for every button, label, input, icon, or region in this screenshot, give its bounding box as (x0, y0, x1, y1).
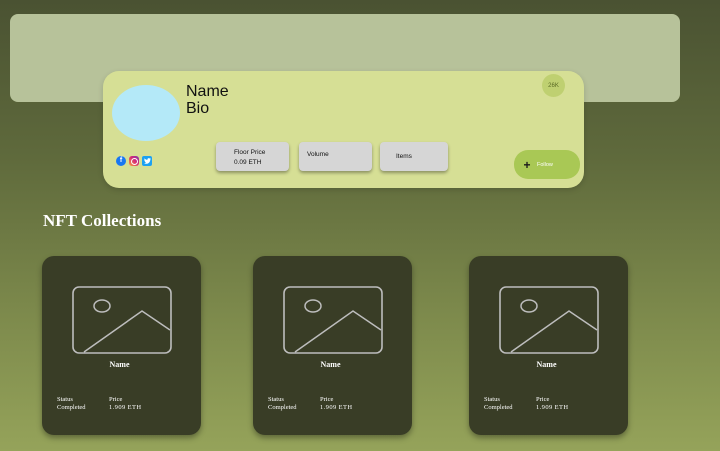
profile-name: Name (186, 83, 229, 100)
image-placeholder-icon (283, 286, 383, 354)
status-value: Completed (484, 404, 513, 411)
twitter-icon[interactable] (142, 156, 152, 166)
avatar[interactable] (112, 85, 180, 141)
price-value: 1.909 ETH (109, 404, 142, 411)
plus-icon: + (523, 157, 531, 172)
section-title: NFT Collections (43, 211, 162, 230)
instagram-icon[interactable] (129, 156, 139, 166)
volume-label: Volume (307, 151, 329, 158)
price-label: Price (536, 396, 550, 403)
price-value: 1.909 ETH (536, 404, 569, 411)
social-links: f (116, 156, 152, 166)
facebook-icon[interactable]: f (116, 156, 126, 166)
follow-label: Follow (537, 161, 553, 168)
nft-card[interactable]: Name Status Completed Price 1.909 ETH (42, 256, 201, 435)
nft-name: Name (536, 360, 557, 369)
floor-price-value: 0.09 ETH (234, 159, 262, 166)
price-value: 1.909 ETH (320, 404, 353, 411)
volume-stat[interactable]: Volume (299, 142, 372, 171)
floor-price-stat[interactable]: Floor Price 0.09 ETH (216, 142, 289, 171)
image-placeholder-icon (499, 286, 599, 354)
status-value: Completed (268, 404, 297, 411)
profile-bio: Bio (186, 100, 210, 117)
profile-card: Name Bio 26K f Floor Price 0.09 ETH Volu… (103, 71, 584, 188)
count-badge: 26K (542, 74, 565, 97)
image-placeholder-icon (72, 286, 172, 354)
price-label: Price (320, 396, 334, 403)
items-label: Items (396, 153, 412, 160)
status-label: Status (268, 396, 284, 403)
items-stat[interactable]: Items (380, 142, 448, 171)
nft-card[interactable]: Name Status Completed Price 1.909 ETH (253, 256, 412, 435)
price-label: Price (109, 396, 123, 403)
floor-price-label: Floor Price (234, 149, 266, 156)
follow-button[interactable]: + Follow (514, 150, 580, 179)
nft-card[interactable]: Name Status Completed Price 1.909 ETH (469, 256, 628, 435)
status-value: Completed (57, 404, 86, 411)
status-label: Status (57, 396, 73, 403)
nft-name: Name (109, 360, 130, 369)
nft-name: Name (320, 360, 341, 369)
status-label: Status (484, 396, 500, 403)
